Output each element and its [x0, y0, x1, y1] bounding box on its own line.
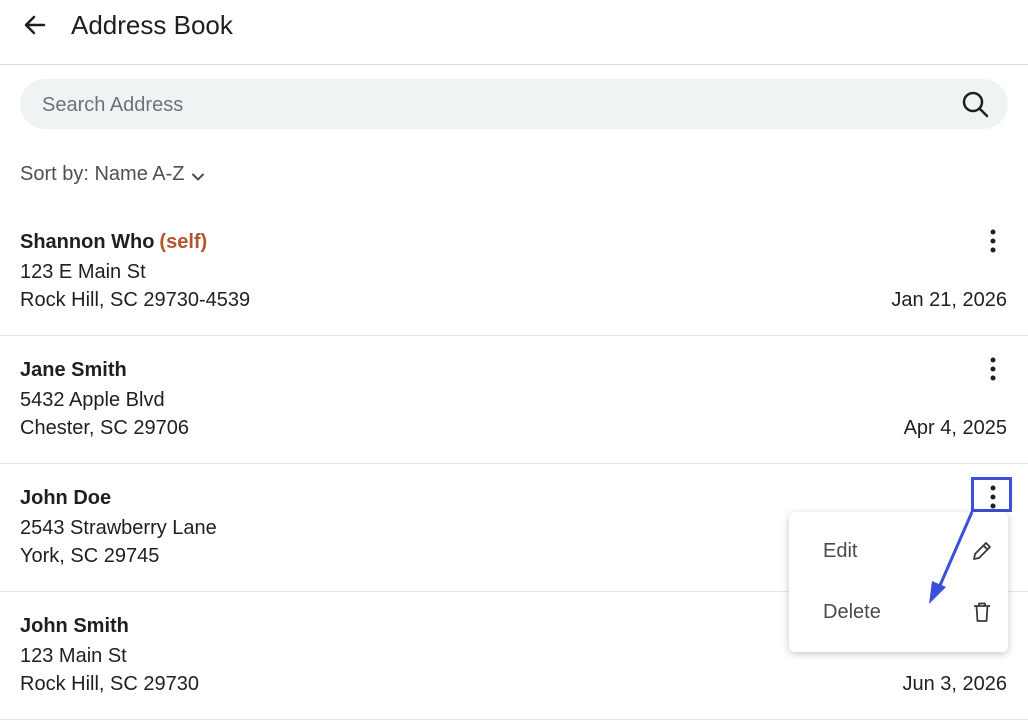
more-options-icon[interactable]: [978, 482, 1008, 512]
contact-street: 123 E Main St: [20, 261, 146, 283]
contact-city: Rock Hill, SC 29730-4539: [20, 289, 251, 311]
search-input[interactable]: [40, 79, 944, 131]
menu-item-label: Edit: [823, 540, 858, 562]
context-menu: Edit Delete: [789, 512, 1008, 652]
address-row[interactable]: Jane Smith 5432 Apple Blvd Chester, SC 2…: [0, 336, 1028, 464]
more-options-icon[interactable]: [978, 226, 1008, 256]
chevron-down-icon: [191, 167, 205, 181]
contact-date: Apr 4, 2025: [903, 417, 1007, 439]
contact-city: Chester, SC 29706: [20, 417, 189, 439]
search-icon[interactable]: [960, 89, 990, 119]
contact-street: 123 Main St: [20, 645, 127, 667]
contact-city: Rock Hill, SC 29730: [20, 673, 199, 695]
sort-label: Sort by: Name A-Z: [20, 162, 185, 185]
self-badge: (self): [159, 231, 208, 253]
contact-name: John Doe: [20, 487, 112, 509]
contact-city: York, SC 29745: [20, 545, 160, 567]
back-arrow-icon[interactable]: [20, 10, 50, 40]
page-title: Address Book: [71, 10, 233, 40]
contact-name: Jane Smith: [20, 359, 127, 381]
sort-dropdown[interactable]: Sort by: Name A-Z: [20, 160, 205, 188]
search-bar: [20, 79, 1008, 131]
trash-icon: [970, 600, 994, 624]
contact-date: Jun 3, 2026: [902, 673, 1007, 695]
contact-street: 5432 Apple Blvd: [20, 389, 165, 411]
menu-item-edit[interactable]: Edit: [789, 521, 1008, 581]
pencil-icon: [970, 539, 994, 563]
more-options-icon[interactable]: [978, 354, 1008, 384]
app-header: Address Book: [0, 0, 1028, 65]
menu-item-label: Delete: [823, 601, 881, 623]
contact-date: Jan 21, 2026: [891, 289, 1007, 311]
contact-name: Shannon Who: [20, 231, 155, 253]
menu-item-delete[interactable]: Delete: [789, 582, 1008, 642]
contact-street: 2543 Strawberry Lane: [20, 517, 217, 539]
contact-name: John Smith: [20, 615, 129, 637]
address-row[interactable]: Shannon Who (self) 123 E Main St Rock Hil…: [0, 208, 1028, 336]
